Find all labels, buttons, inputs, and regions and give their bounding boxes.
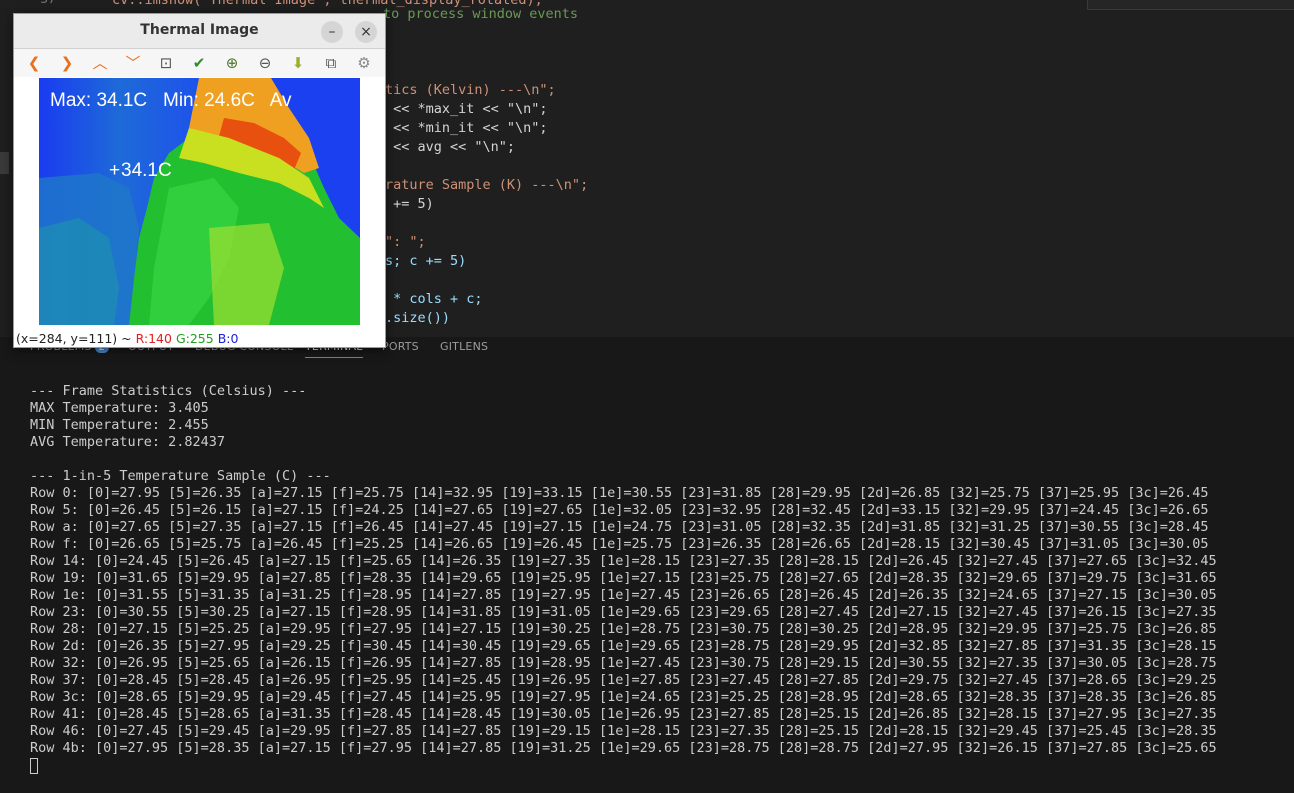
zoom-fit-icon[interactable]: ✔ — [188, 53, 210, 73]
pan-down-icon[interactable]: ﹀ — [122, 53, 144, 73]
code-line: to process window events — [383, 6, 579, 22]
thermal-image-window[interactable]: Thermal Image – × ❮ ❯ ︿ ﹀ ⊡ ✔ ⊕ ⊖ ⬇ ⧉ ⚙ Max: — [13, 13, 386, 348]
zoom-original-icon[interactable]: ⊡ — [155, 53, 177, 73]
cursor-temperature-label: 34.1C — [121, 160, 172, 181]
crosshair-icon: + — [109, 160, 121, 181]
terminal-line: --- Frame Statistics (Celsius) --- — [30, 383, 307, 399]
terminal-line: MAX Temperature: 3.405 — [30, 400, 209, 416]
terminal-line: Row 1e: [0]=31.55 [5]=31.35 [a]=31.25 [f… — [30, 587, 1217, 603]
code-line: += 5) — [385, 196, 434, 212]
terminal-line: Row f: [0]=26.65 [5]=25.75 [a]=26.45 [f]… — [30, 536, 1209, 552]
pan-up-icon[interactable]: ︿ — [89, 53, 111, 73]
zoom-out-icon[interactable]: ⊖ — [254, 53, 276, 73]
minimize-button[interactable]: – — [321, 21, 343, 43]
image-toolbar: ❮ ❯ ︿ ﹀ ⊡ ✔ ⊕ ⊖ ⬇ ⧉ ⚙ — [14, 49, 385, 77]
window-titlebar[interactable]: Thermal Image – × — [14, 14, 385, 49]
terminal-line: Row 37: [0]=28.45 [5]=28.45 [a]=26.95 [f… — [30, 672, 1217, 688]
code-line: s; c += 5) — [385, 253, 467, 269]
thermal-image-canvas[interactable]: Max: 34.1C Min: 24.6C Av + 34.1C — [39, 78, 360, 325]
save-image-icon[interactable]: ⬇ — [287, 53, 309, 73]
properties-gear-icon[interactable]: ⚙ — [353, 53, 375, 73]
terminal-line: Row 0: [0]=27.95 [5]=26.35 [a]=27.15 [f]… — [30, 485, 1209, 501]
code-line: << avg << "\n"; — [385, 139, 516, 155]
code-line: << *min_it << "\n"; — [385, 120, 548, 136]
code-line: * cols + c; — [385, 291, 483, 307]
terminal-line: Row 28: [0]=27.15 [5]=25.25 [a]=29.95 [f… — [30, 621, 1217, 637]
terminal-line: Row 32: [0]=26.95 [5]=25.65 [a]=26.15 [f… — [30, 655, 1217, 671]
thermal-heatmap — [39, 78, 360, 325]
terminal-line: Row 41: [0]=28.45 [5]=28.65 [a]=31.35 [f… — [30, 706, 1217, 722]
tab-gitlens[interactable]: GITLENS — [440, 340, 488, 353]
code-line: ": "; — [385, 234, 426, 250]
cursor-coordinates: (x=284, y=111) ~ — [16, 331, 136, 346]
terminal-line: Row 14: [0]=24.45 [5]=26.45 [a]=27.15 [f… — [30, 553, 1217, 569]
zoom-in-icon[interactable]: ⊕ — [221, 53, 243, 73]
close-button[interactable]: × — [355, 21, 377, 43]
terminal-line: Row 46: [0]=27.45 [5]=29.45 [a]=29.95 [f… — [30, 723, 1217, 739]
terminal-output[interactable]: --- Frame Statistics (Celsius) --- MAX Te… — [30, 383, 1217, 757]
terminal-line: AVG Temperature: 2.82437 — [30, 434, 226, 450]
green-channel-value: G:255 — [175, 331, 214, 346]
terminal-line: Row 2d: [0]=26.35 [5]=27.95 [a]=29.25 [f… — [30, 638, 1217, 654]
pixel-info-statusbar: (x=284, y=111) ~ R:140 G:255 B:0 — [16, 331, 238, 346]
bottom-panel: PROBLEMS2 OUTPUT DEBUG CONSOLE TERMINAL … — [0, 337, 1294, 793]
code-line: << *max_it << "\n"; — [385, 101, 548, 117]
temperature-stats-overlay: Max: 34.1C Min: 24.6C Av — [50, 90, 292, 111]
terminal-line: Row 23: [0]=30.55 [5]=30.25 [a]=27.15 [f… — [30, 604, 1217, 620]
terminal-line: Row 5: [0]=26.45 [5]=26.15 [a]=27.15 [f]… — [30, 502, 1209, 518]
line-number: 57 — [0, 0, 56, 7]
blue-channel-value: B:0 — [217, 331, 239, 346]
code-line: rature Sample (K) ---\n"; — [385, 177, 589, 193]
red-channel-value: R:140 — [135, 331, 172, 346]
gutter-marker — [0, 152, 9, 174]
terminal-line: Row 4b: [0]=27.95 [5]=28.35 [a]=27.15 [f… — [30, 740, 1217, 756]
terminal-cursor — [30, 758, 38, 774]
terminal-line: Row a: [0]=27.65 [5]=27.35 [a]=27.15 [f]… — [30, 519, 1209, 535]
pan-right-icon[interactable]: ❯ — [56, 53, 78, 73]
terminal-line: --- 1-in-5 Temperature Sample (C) --- — [30, 468, 331, 484]
pan-left-icon[interactable]: ❮ — [23, 53, 45, 73]
terminal-line: Row 19: [0]=31.65 [5]=29.95 [a]=27.85 [f… — [30, 570, 1217, 586]
tab-ports[interactable]: PORTS — [382, 340, 419, 353]
copy-clipboard-icon[interactable]: ⧉ — [320, 53, 342, 73]
code-line: tics (Kelvin) ---\n"; — [385, 82, 556, 98]
minimap[interactable] — [1087, 0, 1294, 10]
terminal-line: MIN Temperature: 2.455 — [30, 417, 209, 433]
terminal-line: Row 3c: [0]=28.65 [5]=29.95 [a]=29.45 [f… — [30, 689, 1217, 705]
code-line: .size()) — [385, 310, 451, 326]
